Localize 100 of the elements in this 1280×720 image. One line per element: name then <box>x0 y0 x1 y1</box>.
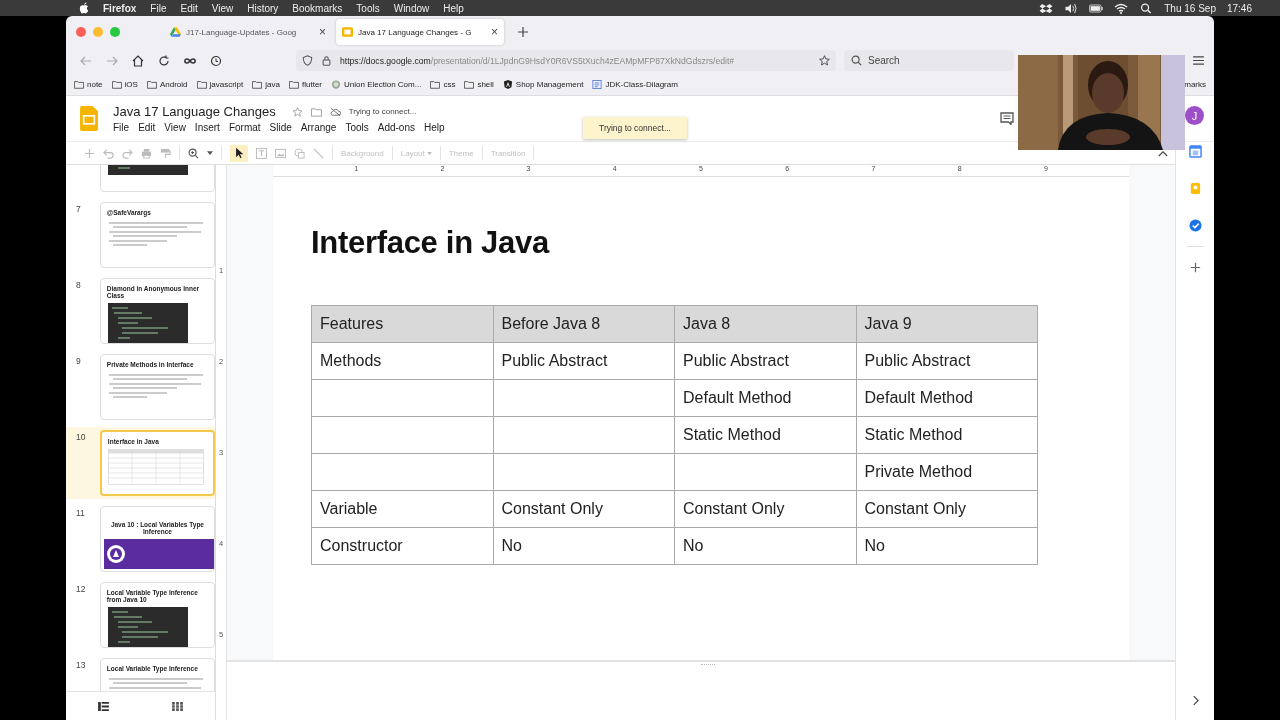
slide-number: 13 <box>76 660 87 670</box>
menu-item[interactable]: Edit <box>180 2 198 14</box>
shield-icon <box>302 55 313 66</box>
app-name[interactable]: Firefox <box>103 2 137 14</box>
user-avatar[interactable]: J <box>1185 106 1204 125</box>
folder-icon <box>289 79 299 89</box>
folder-icon <box>111 79 122 89</box>
comment-icon[interactable] <box>1000 112 1014 125</box>
new-tab-icon[interactable] <box>518 27 528 37</box>
table-cell: Variable <box>311 490 493 528</box>
grid-view-icon[interactable] <box>172 701 184 711</box>
table-cell: Public Abstract <box>674 342 856 380</box>
bookmark-item[interactable]: Shop Management <box>502 79 584 89</box>
table-cell: Public Abstract <box>493 342 675 380</box>
chevron-icon[interactable] <box>1191 695 1199 706</box>
table-cell: Default Method <box>856 379 1038 417</box>
table-cell: Constant Only <box>674 490 856 528</box>
folder-icon <box>74 79 84 89</box>
menu-item[interactable]: View <box>211 2 234 14</box>
menu-item[interactable]: Bookmarks <box>292 2 343 14</box>
folder-icon <box>146 79 157 89</box>
close-icon[interactable]: × <box>491 25 498 39</box>
check-icon[interactable] <box>1188 219 1202 232</box>
slides-icon <box>342 27 353 37</box>
add-icon[interactable] <box>1188 261 1202 274</box>
bookmark-item[interactable]: Union Election Com... <box>331 79 422 89</box>
bookmark-item[interactable]: JDK-Class-Diiagram <box>592 79 678 89</box>
slide-number: 7 <box>76 204 82 214</box>
document-icon <box>592 79 603 89</box>
calendar-icon[interactable] <box>1188 145 1202 158</box>
reload-icon[interactable] <box>158 54 170 67</box>
bookmark-item[interactable]: javascript <box>196 79 244 89</box>
menu-item[interactable]: Format <box>228 122 261 133</box>
menu-item[interactable]: View <box>164 122 186 133</box>
apple-icon[interactable] <box>79 2 89 14</box>
menu-item[interactable]: Window <box>393 2 430 14</box>
menu-item[interactable]: File <box>113 122 130 133</box>
browser-tab[interactable]: Java 17 Language Changes - G × <box>336 19 504 45</box>
bookmark-item[interactable]: iOS <box>111 79 138 89</box>
document-title[interactable]: Java 17 Language Changes <box>113 104 276 119</box>
table-cell: Private Method <box>856 453 1038 491</box>
volume-icon[interactable] <box>1064 2 1079 14</box>
list-view-icon[interactable] <box>97 701 109 711</box>
shield-icon <box>502 79 513 89</box>
save-status: Trying to connect... <box>348 107 417 116</box>
bookmark-item[interactable]: note <box>74 79 103 89</box>
bookmark-item[interactable]: flutter <box>289 79 322 89</box>
history-icon[interactable] <box>210 54 222 67</box>
close-icon[interactable]: × <box>319 25 326 39</box>
search-icon[interactable] <box>1139 2 1154 14</box>
table-cell: Constant Only <box>493 490 675 528</box>
bookmark-item[interactable]: css <box>430 79 456 89</box>
lock-icon <box>321 55 332 66</box>
cloud-off-icon <box>329 106 341 117</box>
box-icon[interactable] <box>1039 2 1054 14</box>
slide-number: 10 <box>76 432 87 442</box>
menu-item[interactable]: History <box>247 2 279 14</box>
caret-icon <box>426 151 432 155</box>
connection-toast: Trying to connect... <box>583 117 687 139</box>
folder-icon <box>464 79 475 89</box>
bookmark-item[interactable]: marks <box>1184 79 1206 89</box>
menu-item[interactable]: Slide <box>269 122 292 133</box>
menu-item[interactable]: Edit <box>138 122 156 133</box>
search-field[interactable]: Search <box>844 50 1014 71</box>
home-icon[interactable] <box>132 54 144 67</box>
bookmark-item[interactable]: java <box>252 79 280 89</box>
column-header: Java 9 <box>856 305 1038 343</box>
menu-item[interactable]: Tools <box>345 122 369 133</box>
menu-item[interactable]: File <box>150 2 167 14</box>
caret-icon[interactable] <box>207 151 213 155</box>
folder-icon <box>252 79 263 89</box>
bookmark-item[interactable]: Android <box>146 79 188 89</box>
wifi-icon[interactable] <box>1114 2 1129 14</box>
menu-item[interactable]: Arrange <box>300 122 337 133</box>
browser-tab[interactable]: J17-Language-Updates - Goog × <box>164 19 332 45</box>
menu-bar-time[interactable]: 17:46 <box>1226 2 1252 14</box>
folder-icon <box>430 79 441 89</box>
menu-item[interactable]: Help <box>424 122 445 133</box>
collapse-icon[interactable] <box>1158 149 1168 157</box>
select-tool-button[interactable] <box>230 144 248 162</box>
seal-icon <box>331 79 341 89</box>
menu-icon[interactable] <box>1193 56 1204 65</box>
slide-number: 11 <box>76 508 86 518</box>
bookmark-item[interactable]: shell <box>464 79 494 89</box>
star-icon[interactable] <box>291 106 303 117</box>
battery-icon[interactable] <box>1089 2 1104 14</box>
menu-item[interactable]: Insert <box>194 122 220 133</box>
menu-item[interactable]: Add-ons <box>377 122 415 133</box>
menu-item[interactable]: Help <box>443 2 464 14</box>
table-cell: No <box>493 527 675 565</box>
slide-number: 9 <box>76 356 82 366</box>
table-cell: Static Method <box>674 416 856 454</box>
menu-item[interactable]: Tools <box>356 2 380 14</box>
address-field[interactable]: https://docs.google.com/presentation/d/1LJpdnG9HsdY0R6VS5tXuch4zEAMpMFP87XkNdGdszrs/edit# <box>296 50 836 71</box>
triangle-icon <box>170 27 181 37</box>
menu-bar-date[interactable]: Thu 16 Sep <box>1164 2 1216 14</box>
star-icon[interactable] <box>819 55 830 66</box>
zoom-icon[interactable] <box>188 147 199 159</box>
close-button[interactable] <box>76 27 86 37</box>
slide-title: Interface in Java <box>311 225 551 261</box>
